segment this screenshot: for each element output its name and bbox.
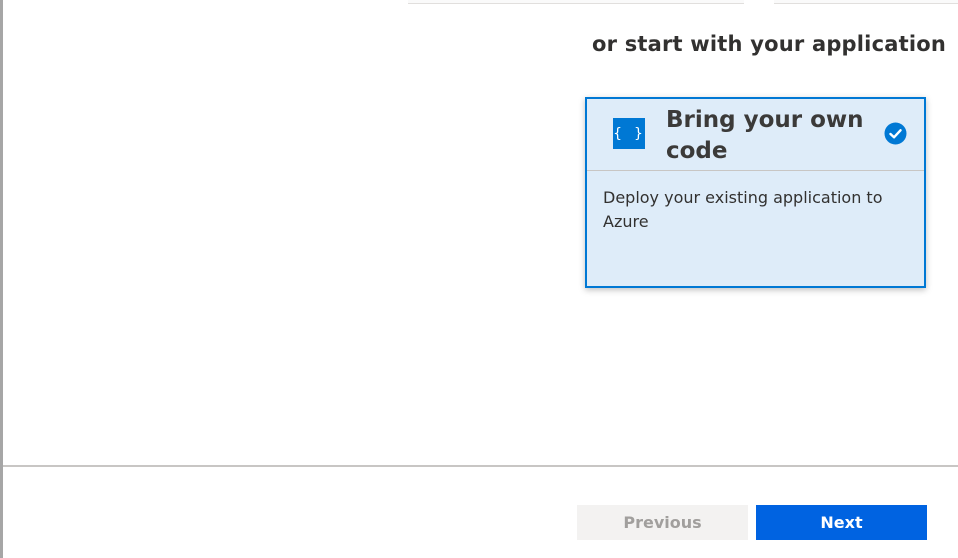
checkmark-circle-icon	[884, 122, 907, 145]
card-description: Deploy your existing application to Azur…	[603, 188, 883, 231]
bring-your-own-code-card[interactable]: { } Bring your own code Deploy your exis…	[585, 97, 926, 288]
next-button[interactable]: Next	[756, 505, 927, 540]
footer-divider	[3, 465, 958, 467]
card-header: { } Bring your own code	[587, 99, 924, 171]
window-left-border	[0, 0, 3, 558]
code-braces-icon: { }	[613, 118, 645, 149]
previous-button[interactable]: Previous	[577, 505, 748, 540]
top-card-edge	[408, 0, 744, 4]
top-card-edge	[774, 0, 958, 4]
section-heading: or start with your application	[592, 32, 947, 56]
card-title: Bring your own code	[666, 107, 864, 164]
